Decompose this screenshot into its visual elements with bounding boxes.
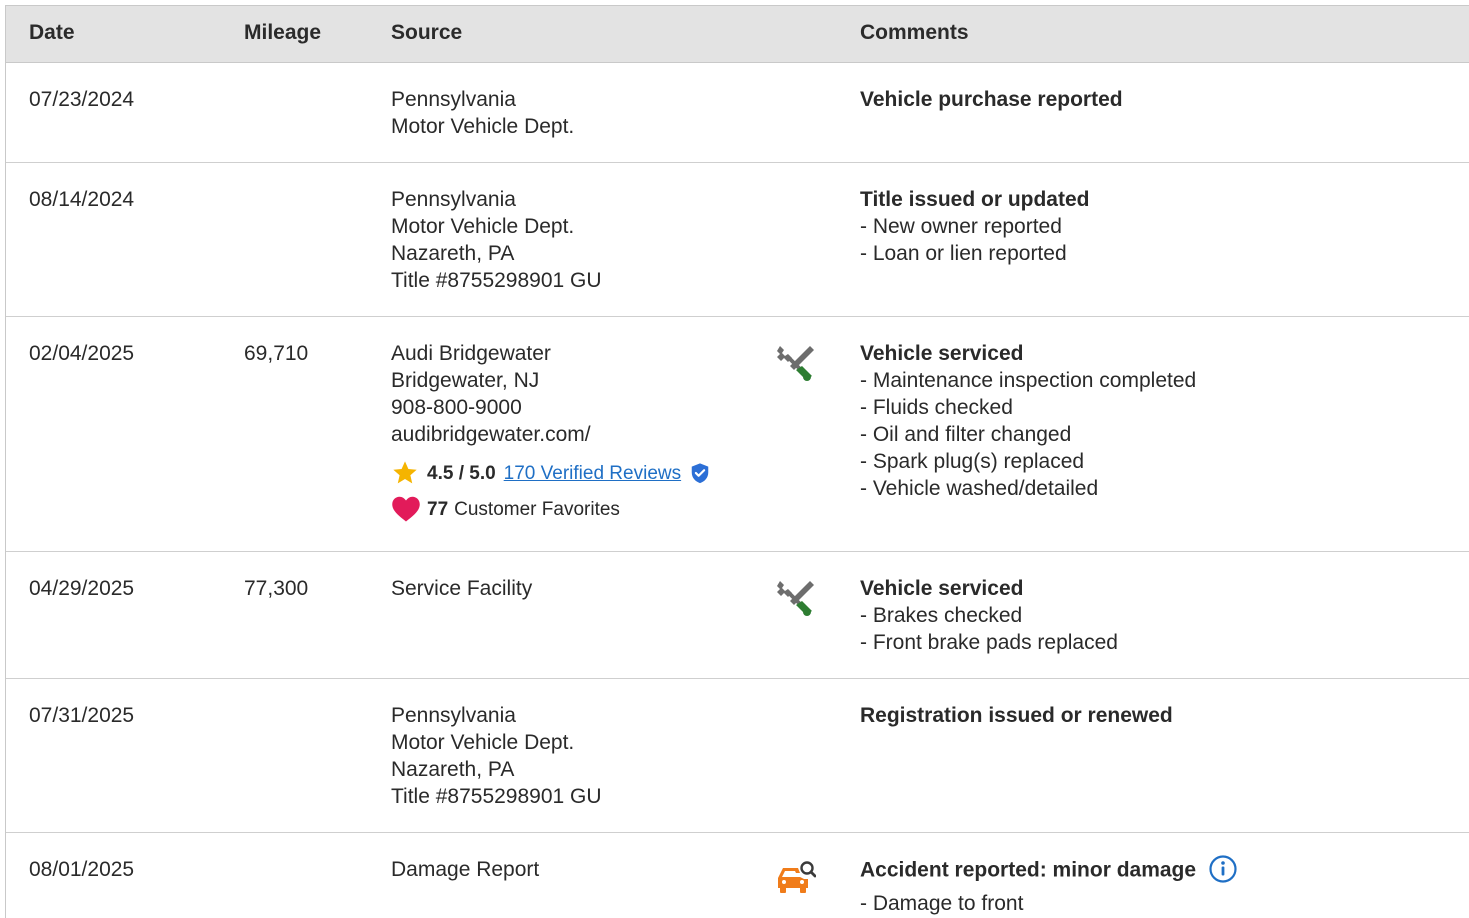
star-icon (393, 461, 417, 484)
row-comments: Vehicle serviced - Brakes checked - Fron… (860, 575, 1118, 656)
source-line: Motor Vehicle Dept. (391, 215, 575, 238)
header-date: Date (29, 21, 75, 44)
source-line: Motor Vehicle Dept. (391, 115, 575, 138)
row-source: Pennsylvania Motor Vehicle Dept. Nazaret… (391, 702, 602, 810)
source-line: Bridgewater, NJ (391, 369, 540, 392)
header-mileage: Mileage (244, 21, 322, 44)
comment-bullet: - Front brake pads replaced (860, 631, 1118, 654)
comment-bullet: - Damage to front (860, 892, 1024, 915)
table-row: 08/01/2025 Damage Report Accident report… (6, 833, 1469, 918)
row-source: Pennsylvania Motor Vehicle Dept. (391, 86, 574, 140)
table-row: 08/14/2024 Pennsylvania Motor Vehicle De… (6, 163, 1469, 317)
source-line: Title #8755298901 GU (391, 269, 602, 292)
source-line: audibridgewater.com/ (391, 423, 591, 446)
comment-bullet: - Spark plug(s) replaced (860, 450, 1085, 473)
source-line: Nazareth, PA (391, 758, 515, 781)
row-comments: Vehicle serviced - Maintenance inspectio… (860, 340, 1196, 502)
comment-bullet: - Maintenance inspection completed (860, 369, 1197, 392)
row-comments: Accident reported: minor damage - Damage… (860, 854, 1238, 917)
wrench-screwdriver-icon (777, 581, 814, 616)
row-mileage: 77,300 (244, 577, 309, 600)
row-comments: Registration issued or renewed (860, 702, 1173, 729)
comment-bullet: - Fluids checked (860, 396, 1013, 419)
favorites-count: 77 (427, 498, 449, 520)
row-date: 07/23/2024 (29, 88, 135, 111)
row-source: Damage Report (391, 856, 539, 883)
row-source: Audi Bridgewater Bridgewater, NJ 908-800… (391, 340, 711, 524)
source-line: 908-800-9000 (391, 396, 522, 419)
source-line: Audi Bridgewater (391, 342, 551, 365)
row-source: Pennsylvania Motor Vehicle Dept. Nazaret… (391, 186, 602, 294)
source-line: Title #8755298901 GU (391, 785, 602, 808)
comment-bullet: - Brakes checked (860, 604, 1023, 627)
source-line: Service Facility (391, 577, 533, 600)
row-date: 02/04/2025 (29, 342, 135, 365)
damage-icon (774, 858, 817, 898)
table-row: 02/04/2025 69,710 Audi Bridgewater Bridg… (6, 317, 1469, 552)
row-comments: Vehicle purchase reported (860, 86, 1123, 113)
comment-title-text: Accident reported: minor damage (860, 858, 1197, 882)
comment-bullet: - Oil and filter changed (860, 423, 1072, 446)
service-icon (774, 343, 816, 383)
row-date: 07/31/2025 (29, 704, 135, 727)
verified-reviews-link[interactable]: 170 Verified Reviews (504, 460, 681, 487)
source-line: Pennsylvania (391, 704, 516, 727)
comment-title: Vehicle purchase reported (860, 88, 1123, 111)
row-source: Service Facility (391, 575, 532, 602)
header-source: Source (391, 21, 463, 44)
comment-bullet: - Vehicle washed/detailed (860, 477, 1099, 500)
source-line: Motor Vehicle Dept. (391, 731, 575, 754)
row-date: 08/01/2025 (29, 858, 135, 881)
row-comments: Title issued or updated - New owner repo… (860, 186, 1089, 267)
comment-title: Title issued or updated (860, 188, 1090, 211)
comment-title: Registration issued or renewed (860, 704, 1173, 727)
damaged-car-search-icon (778, 861, 817, 893)
comment-bullet: - Loan or lien reported (860, 242, 1067, 265)
customer-favorites: 77 Customer Favorites (391, 494, 711, 524)
comment-title: Vehicle serviced (860, 577, 1024, 600)
info-icon[interactable] (1208, 854, 1238, 884)
table-row: 04/29/2025 77,300 Service Facility Vehic… (6, 552, 1469, 679)
table-header: Date Mileage Source Comments (6, 5, 1469, 63)
service-icon (774, 578, 816, 618)
rating-score: 4.5 / 5.0 (427, 462, 496, 484)
favorites-label: Customer Favorites (454, 498, 620, 520)
row-date: 08/14/2024 (29, 188, 135, 211)
source-line: Pennsylvania (391, 188, 516, 211)
heart-icon (392, 496, 420, 522)
source-line: Pennsylvania (391, 88, 516, 111)
wrench-screwdriver-icon (777, 346, 814, 381)
comment-title: Vehicle serviced (860, 342, 1024, 365)
row-mileage: 69,710 (244, 342, 309, 365)
row-date: 04/29/2025 (29, 577, 135, 600)
table-row: 07/31/2025 Pennsylvania Motor Vehicle De… (6, 679, 1469, 833)
verified-shield-icon (691, 463, 709, 484)
table-row: 07/23/2024 Pennsylvania Motor Vehicle De… (6, 63, 1469, 163)
header-comments: Comments (860, 21, 969, 44)
source-line: Nazareth, PA (391, 242, 515, 265)
comment-title: Accident reported: minor damage (860, 854, 1238, 886)
vehicle-history-table: Date Mileage Source Comments 07/23/2024 … (5, 5, 1469, 918)
source-line: Damage Report (391, 858, 540, 881)
comment-bullet: - New owner reported (860, 215, 1062, 238)
dealer-rating: 4.5 / 5.0 170 Verified Reviews (391, 458, 711, 488)
